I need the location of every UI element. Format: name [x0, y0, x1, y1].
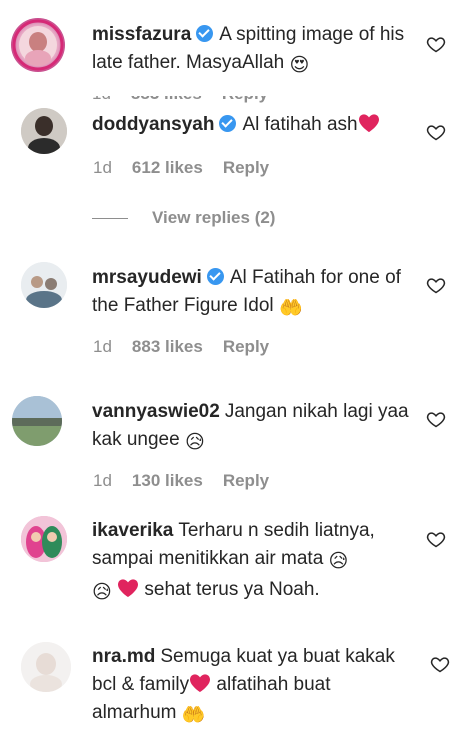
username[interactable]: doddyansyah	[92, 114, 214, 135]
red-heart-emoji-icon	[190, 674, 211, 693]
avatar-photo	[21, 262, 67, 308]
likes-count[interactable]: 130 likes	[132, 471, 203, 490]
praying-hands-emoji-icon: 🤲	[181, 705, 206, 726]
like-heart-icon[interactable]	[426, 275, 446, 295]
reply-button[interactable]: Reply	[223, 158, 269, 177]
username[interactable]: nra.md	[92, 646, 155, 667]
comment-text: ikaverika Terharu n sedih liatnya, sampai…	[92, 517, 412, 607]
like-heart-icon[interactable]	[426, 34, 446, 54]
clipped-meta-row: 1d883 likesReply	[92, 96, 312, 104]
comment-body-continued: sehat terus ya Noah.	[144, 579, 320, 600]
sad-face-emoji-icon: 😥	[92, 582, 112, 603]
verified-badge-icon	[219, 115, 237, 132]
comment-meta: 1d 612 likes Reply	[93, 158, 289, 178]
reply-button[interactable]: Reply	[223, 471, 269, 490]
timestamp: 1d	[93, 471, 112, 490]
comment-text: mrsayudewi Al Fatihah for one of the Fath…	[92, 264, 412, 323]
view-replies-label: View replies (2)	[152, 208, 276, 227]
username[interactable]: mrsayudewi	[92, 267, 202, 288]
likes-count[interactable]: 612 likes	[132, 158, 203, 177]
comment-text: missfazura A spitting image of his late f…	[92, 21, 412, 80]
timestamp: 1d	[93, 337, 112, 356]
verified-badge-icon	[196, 25, 214, 42]
avatar[interactable]	[21, 516, 67, 562]
avatar[interactable]	[21, 108, 67, 154]
praying-hands-emoji-icon: 🤲	[278, 298, 303, 319]
verified-badge-icon	[206, 268, 224, 285]
like-heart-icon[interactable]	[426, 122, 446, 142]
view-replies-button[interactable]: View replies (2)	[92, 208, 275, 228]
timestamp: 1d	[93, 158, 112, 177]
red-heart-emoji-icon	[358, 114, 379, 133]
avatar-photo	[21, 642, 71, 692]
like-heart-icon[interactable]	[430, 654, 450, 674]
avatar-photo	[12, 19, 64, 71]
avatar[interactable]	[12, 396, 62, 446]
sad-face-emoji-icon: 😥	[184, 432, 205, 453]
comment-body: Al fatihah ash	[242, 114, 358, 135]
reply-button[interactable]: Reply	[223, 337, 269, 356]
like-heart-icon[interactable]	[426, 409, 446, 429]
comment-text: doddyansyah Al fatihah ash	[92, 111, 412, 139]
comment-text: vannyaswie02 Jangan nikah lagi yaa kak un…	[92, 398, 412, 457]
sad-face-emoji-icon: 😥	[328, 551, 349, 572]
username[interactable]: vannyaswie02	[92, 401, 220, 422]
avatar[interactable]	[21, 642, 71, 692]
avatar-photo	[21, 516, 67, 562]
comment-meta: 1d 130 likes Reply	[93, 471, 289, 491]
divider-line	[92, 217, 128, 219]
avatar[interactable]	[21, 262, 67, 308]
avatar-photo	[21, 108, 67, 154]
avatar[interactable]	[11, 18, 65, 72]
avatar-photo	[12, 396, 62, 446]
red-heart-emoji-icon	[118, 579, 139, 598]
comment-meta: 1d 883 likes Reply	[93, 337, 289, 357]
heart-eyes-emoji-icon: 😍	[289, 55, 310, 76]
likes-count[interactable]: 883 likes	[132, 337, 203, 356]
username[interactable]: missfazura	[92, 24, 191, 45]
username[interactable]: ikaverika	[92, 520, 173, 541]
like-heart-icon[interactable]	[426, 529, 446, 549]
comment-text: nra.md Semuga kuat ya buat kakak bcl & fa…	[92, 643, 412, 730]
